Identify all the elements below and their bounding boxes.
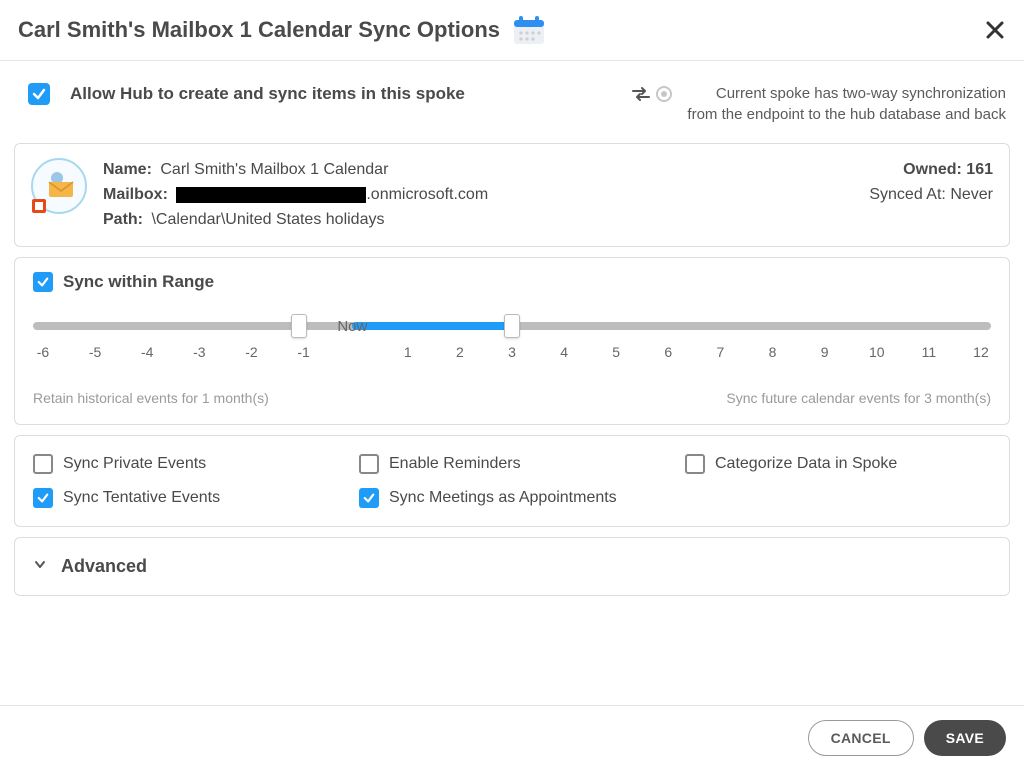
dialog-header: Carl Smith's Mailbox 1 Calendar Sync Opt… [0, 0, 1024, 61]
slider-tick: 1 [398, 344, 418, 360]
sync-meetings-label: Sync Meetings as Appointments [389, 489, 617, 507]
slider-tick: 7 [710, 344, 730, 360]
slider-now-label: Now [337, 318, 367, 335]
sync-options-card: Sync Private Events Enable Reminders Cat… [14, 435, 1010, 527]
sync-private-option[interactable]: Sync Private Events [33, 454, 339, 474]
synced-label: Synced At: [869, 186, 946, 203]
advanced-label: Advanced [61, 556, 147, 577]
sync-tentative-option[interactable]: Sync Tentative Events [33, 488, 339, 508]
mailbox-suffix: .onmicrosoft.com [366, 186, 488, 203]
sync-meetings-option[interactable]: Sync Meetings as Appointments [359, 488, 665, 508]
allow-hub-label: Allow Hub to create and sync items in th… [70, 83, 465, 105]
sync-private-checkbox[interactable] [33, 454, 53, 474]
enable-reminders-checkbox[interactable] [359, 454, 379, 474]
path-value: \Calendar\United States holidays [151, 211, 384, 228]
slider-tick: -4 [137, 344, 157, 360]
categorize-checkbox[interactable] [685, 454, 705, 474]
sync-private-label: Sync Private Events [63, 455, 206, 473]
slider-tick: -1 [294, 344, 314, 360]
enable-reminders-option[interactable]: Enable Reminders [359, 454, 665, 474]
sync-tentative-checkbox[interactable] [33, 488, 53, 508]
slider-tick: -3 [189, 344, 209, 360]
advanced-section-toggle[interactable]: Advanced [14, 537, 1010, 596]
sync-mode-line2: from the endpoint to the hub database an… [687, 104, 1006, 125]
two-way-sync-icon [631, 83, 673, 103]
name-value: Carl Smith's Mailbox 1 Calendar [160, 161, 388, 178]
slider-tick [346, 344, 366, 360]
mailbox-label: Mailbox: [103, 186, 168, 203]
enable-reminders-label: Enable Reminders [389, 455, 521, 473]
sync-meetings-checkbox[interactable] [359, 488, 379, 508]
slider-fill [352, 322, 512, 330]
slider-tick: -5 [85, 344, 105, 360]
mailbox-info-stats: Owned: 161 Synced At: Never [869, 158, 993, 232]
mailbox-info-card: Name: Carl Smith's Mailbox 1 Calendar Ma… [14, 143, 1010, 247]
retain-historical-text: Retain historical events for 1 month(s) [33, 390, 269, 406]
path-label: Path: [103, 211, 143, 228]
allow-hub-checkbox[interactable] [28, 83, 50, 105]
sync-range-card: Sync within Range Now -6-5-4-3-2-1123456… [14, 257, 1010, 425]
range-slider[interactable]: Now -6-5-4-3-2-1123456789101112 [33, 312, 991, 372]
slider-tick: 10 [867, 344, 887, 360]
dialog-footer: CANCEL SAVE [0, 705, 1024, 772]
categorize-label: Categorize Data in Spoke [715, 455, 897, 473]
sync-range-label: Sync within Range [63, 272, 214, 292]
categorize-option[interactable]: Categorize Data in Spoke [685, 454, 991, 474]
cancel-button[interactable]: CANCEL [808, 720, 914, 756]
slider-tick: 8 [763, 344, 783, 360]
sync-range-checkbox[interactable] [33, 272, 53, 292]
slider-tick: -2 [241, 344, 261, 360]
sync-mode-description: Current spoke has two-way synchronizatio… [687, 83, 1006, 125]
owned-label: Owned: [903, 161, 962, 178]
slider-tick: 3 [502, 344, 522, 360]
mailbox-avatar-icon [31, 158, 87, 214]
save-button[interactable]: SAVE [924, 720, 1006, 756]
synced-value: Never [950, 186, 993, 203]
slider-handle-high[interactable] [504, 314, 520, 338]
slider-tick: 5 [606, 344, 626, 360]
name-label: Name: [103, 161, 152, 178]
slider-tick: 6 [658, 344, 678, 360]
calendar-icon [512, 14, 546, 46]
slider-tick: 9 [815, 344, 835, 360]
sync-future-text: Sync future calendar events for 3 month(… [726, 390, 991, 406]
slider-tick: 11 [919, 344, 939, 360]
owned-value: 161 [966, 161, 993, 178]
chevron-down-icon [33, 557, 47, 576]
slider-tick: -6 [33, 344, 53, 360]
dialog-title: Carl Smith's Mailbox 1 Calendar Sync Opt… [18, 17, 500, 43]
slider-ticks: -6-5-4-3-2-1123456789101112 [33, 344, 991, 360]
sync-tentative-label: Sync Tentative Events [63, 489, 220, 507]
allow-row: Allow Hub to create and sync items in th… [0, 61, 1024, 139]
slider-tick: 2 [450, 344, 470, 360]
slider-handle-low[interactable] [291, 314, 307, 338]
sync-mode-line1: Current spoke has two-way synchronizatio… [687, 83, 1006, 104]
slider-tick: 4 [554, 344, 574, 360]
slider-tick: 12 [971, 344, 991, 360]
mailbox-redacted [176, 187, 366, 203]
sync-mode-block: Current spoke has two-way synchronizatio… [631, 83, 1006, 125]
close-icon[interactable] [984, 19, 1006, 41]
mailbox-info-fields: Name: Carl Smith's Mailbox 1 Calendar Ma… [103, 158, 853, 232]
